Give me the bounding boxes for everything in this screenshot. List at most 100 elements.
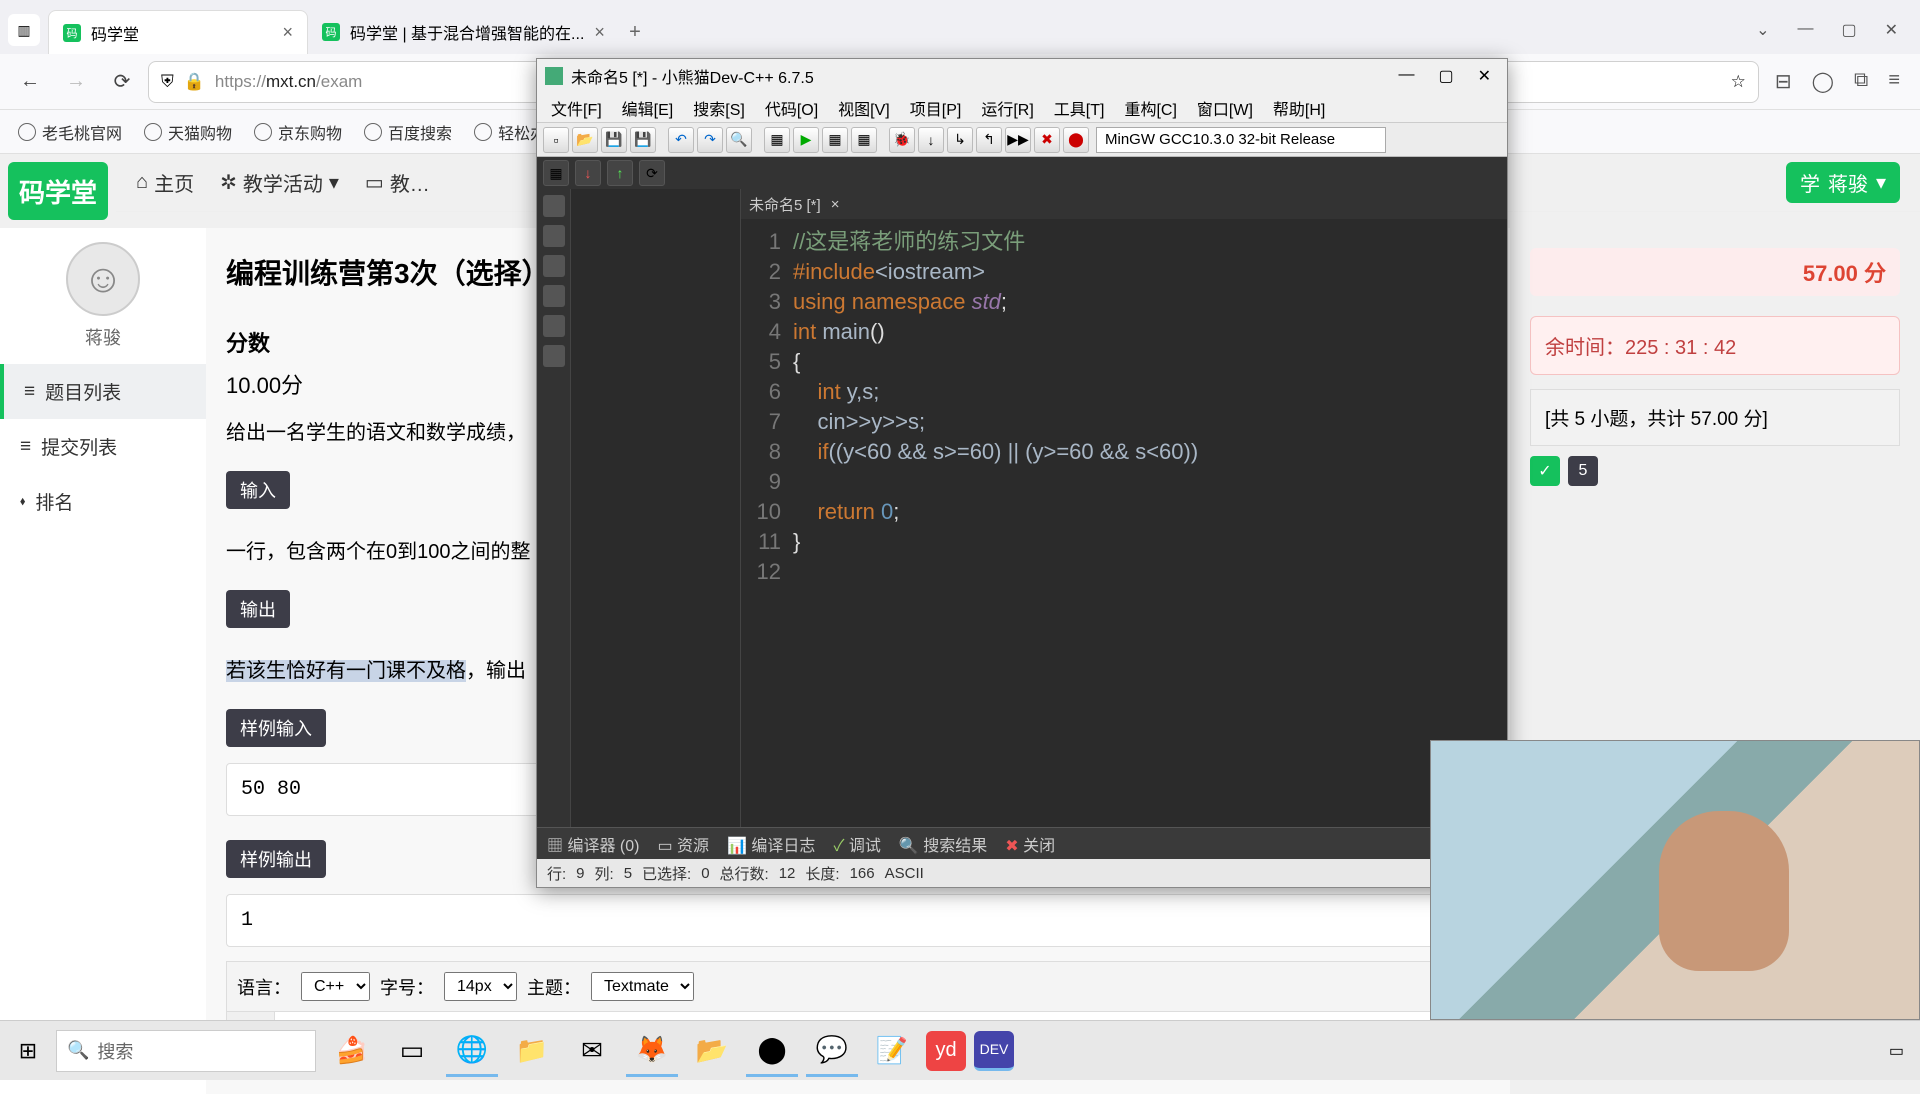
browser-tab-1[interactable]: 码 码学堂 × <box>48 10 308 54</box>
close-icon[interactable]: ✕ <box>1478 66 1491 86</box>
compile-run-icon[interactable]: ▦ <box>822 127 848 153</box>
rebuild-icon[interactable]: ▦ <box>851 127 877 153</box>
continue-icon[interactable]: ▶▶ <box>1005 127 1031 153</box>
bookmark-icon[interactable] <box>543 285 565 307</box>
bookmark-item[interactable]: 老毛桃官网 <box>18 120 122 144</box>
sort-icon[interactable]: ↓ <box>575 160 601 186</box>
nav-teaching[interactable]: ✲ 教学活动 ▾ <box>220 168 339 197</box>
bookmark-item[interactable]: 京东购物 <box>254 120 342 144</box>
menu-file[interactable]: 文件[F] <box>543 94 610 122</box>
sidebar-item-ranking[interactable]: ⬪排名 <box>0 474 206 529</box>
stop-icon[interactable]: ✖ <box>1034 127 1060 153</box>
menu-run[interactable]: 运行[R] <box>973 94 1041 122</box>
window-maximize-icon[interactable]: ▢ <box>1841 20 1856 40</box>
menu-project[interactable]: 项目[P] <box>902 94 970 122</box>
minimize-icon[interactable]: — <box>1398 66 1414 86</box>
refresh-icon[interactable]: ⟳ <box>639 160 665 186</box>
bookmark-item[interactable]: 百度搜索 <box>364 120 452 144</box>
ide-titlebar[interactable]: 未命名5 [*] - 小熊猫Dev-C++ 6.7.5 — ▢ ✕ <box>537 59 1507 93</box>
new-file-icon[interactable]: ▫ <box>543 127 569 153</box>
menu-view[interactable]: 视图[V] <box>830 94 898 122</box>
tab-close[interactable]: ✖ 关闭 <box>1005 832 1055 856</box>
close-icon[interactable]: × <box>282 22 293 43</box>
tab-dropdown-icon[interactable]: ⌄ <box>1756 20 1769 40</box>
question-number[interactable]: 5 <box>1568 456 1598 486</box>
start-button[interactable]: ⊞ <box>0 1021 56 1080</box>
lock-icon[interactable]: 🔒 <box>184 72 205 92</box>
menu-edit[interactable]: 编辑[E] <box>614 94 682 122</box>
back-button[interactable]: ← <box>10 62 50 102</box>
undo-icon[interactable]: ↶ <box>668 127 694 153</box>
step-into-icon[interactable]: ↳ <box>947 127 973 153</box>
edge-icon[interactable]: 🌐 <box>446 1025 498 1077</box>
step-out-icon[interactable]: ↰ <box>976 127 1002 153</box>
open-icon[interactable]: 📂 <box>572 127 598 153</box>
save-icon[interactable]: 💾 <box>601 127 627 153</box>
debug-icon[interactable]: 🐞 <box>889 127 915 153</box>
file-tab[interactable]: 未命名5 [*] <box>749 194 821 215</box>
tab-debug[interactable]: ✓ 调试 <box>833 832 880 856</box>
menu-refactor[interactable]: 重构[C] <box>1116 94 1184 122</box>
menu-help[interactable]: 帮助[H] <box>1265 94 1333 122</box>
new-tab-button[interactable]: + <box>619 16 651 48</box>
fontsize-select[interactable]: 14px <box>444 972 517 1001</box>
close-icon[interactable]: × <box>594 22 605 43</box>
sidebar-item-problems[interactable]: ≡题目列表 <box>0 364 206 419</box>
bookmark-star-icon[interactable]: ☆ <box>1731 72 1746 92</box>
site-logo[interactable]: 码学堂 <box>8 162 108 220</box>
tab-compiler[interactable]: ▦ 编译器 (0) <box>547 832 639 856</box>
tab-search-results[interactable]: 🔍 搜索结果 <box>899 832 987 856</box>
language-select[interactable]: C++ <box>301 972 370 1001</box>
taskview-icon[interactable]: ▭ <box>386 1025 438 1077</box>
tab-compile-log[interactable]: 📊 编译日志 <box>727 832 815 856</box>
run-icon[interactable]: ▶ <box>793 127 819 153</box>
tab-resources[interactable]: ▭ 资源 <box>657 832 709 856</box>
bookmark-item[interactable]: 天猫购物 <box>144 120 232 144</box>
taskbar-app[interactable]: 🍰 <box>326 1025 378 1077</box>
browser-tab-2[interactable]: 码 码学堂 | 基于混合增强智能的在... × <box>308 10 619 54</box>
breakpoint-icon[interactable]: ⬤ <box>1063 127 1089 153</box>
devcpp-icon[interactable]: DEV <box>974 1031 1014 1071</box>
window-close-icon[interactable]: ✕ <box>1885 20 1898 40</box>
step-over-icon[interactable]: ↓ <box>918 127 944 153</box>
pocket-icon[interactable]: ⊟ <box>1775 69 1792 94</box>
shield-icon[interactable]: ⛨ <box>161 72 174 92</box>
maximize-icon[interactable]: ▢ <box>1438 66 1453 86</box>
avatar[interactable]: ☺ <box>66 242 140 316</box>
explorer-icon[interactable]: 📁 <box>506 1025 558 1077</box>
theme-select[interactable]: Textmate <box>591 972 694 1001</box>
nav-home[interactable]: ⌂ 主页 <box>136 168 194 197</box>
taskbar-search[interactable]: 🔍 搜索 <box>56 1030 316 1072</box>
menu-icon[interactable]: ≡ <box>1888 69 1900 94</box>
menu-code[interactable]: 代码[O] <box>757 94 826 122</box>
menu-search[interactable]: 搜索[S] <box>685 94 753 122</box>
account-icon[interactable]: ◯ <box>1812 69 1834 94</box>
window-minimize-icon[interactable]: — <box>1797 20 1813 40</box>
recent-tabs-button[interactable]: ▥ <box>8 14 40 46</box>
menu-tools[interactable]: 工具[T] <box>1046 94 1113 122</box>
sort-icon[interactable]: ↑ <box>607 160 633 186</box>
close-tab-icon[interactable]: × <box>831 196 840 213</box>
compiler-select[interactable]: MinGW GCC10.3.0 32-bit Release <box>1096 127 1386 153</box>
wechat-icon[interactable]: 💬 <box>806 1025 858 1077</box>
class-icon[interactable] <box>543 225 565 247</box>
nav-course[interactable]: ▭ 教… <box>365 168 430 197</box>
tray-keyboard-icon[interactable]: ▭ <box>1889 1041 1904 1061</box>
structure-icon[interactable] <box>543 315 565 337</box>
watch-icon[interactable] <box>543 255 565 277</box>
class-browser-icon[interactable]: ▦ <box>543 160 569 186</box>
notepad-icon[interactable]: 📝 <box>866 1025 918 1077</box>
reload-button[interactable]: ⟳ <box>102 62 142 102</box>
save-all-icon[interactable]: 💾 <box>630 127 656 153</box>
compile-icon[interactable]: ▦ <box>764 127 790 153</box>
youdao-icon[interactable]: yd <box>926 1031 966 1071</box>
code-editor[interactable]: 123456789101112 //这是蒋老师的练习文件 #include<io… <box>741 219 1507 827</box>
folder-icon[interactable]: 📂 <box>686 1025 738 1077</box>
redo-icon[interactable]: ↷ <box>697 127 723 153</box>
user-menu[interactable]: 学 蒋骏 ▾ <box>1786 162 1900 203</box>
extensions-icon[interactable]: ⧉ <box>1854 69 1868 94</box>
sidebar-item-submissions[interactable]: ≡提交列表 <box>0 419 206 474</box>
obs-icon[interactable]: ⬤ <box>746 1025 798 1077</box>
menu-window[interactable]: 窗口[W] <box>1189 94 1261 122</box>
files-icon[interactable] <box>543 195 565 217</box>
